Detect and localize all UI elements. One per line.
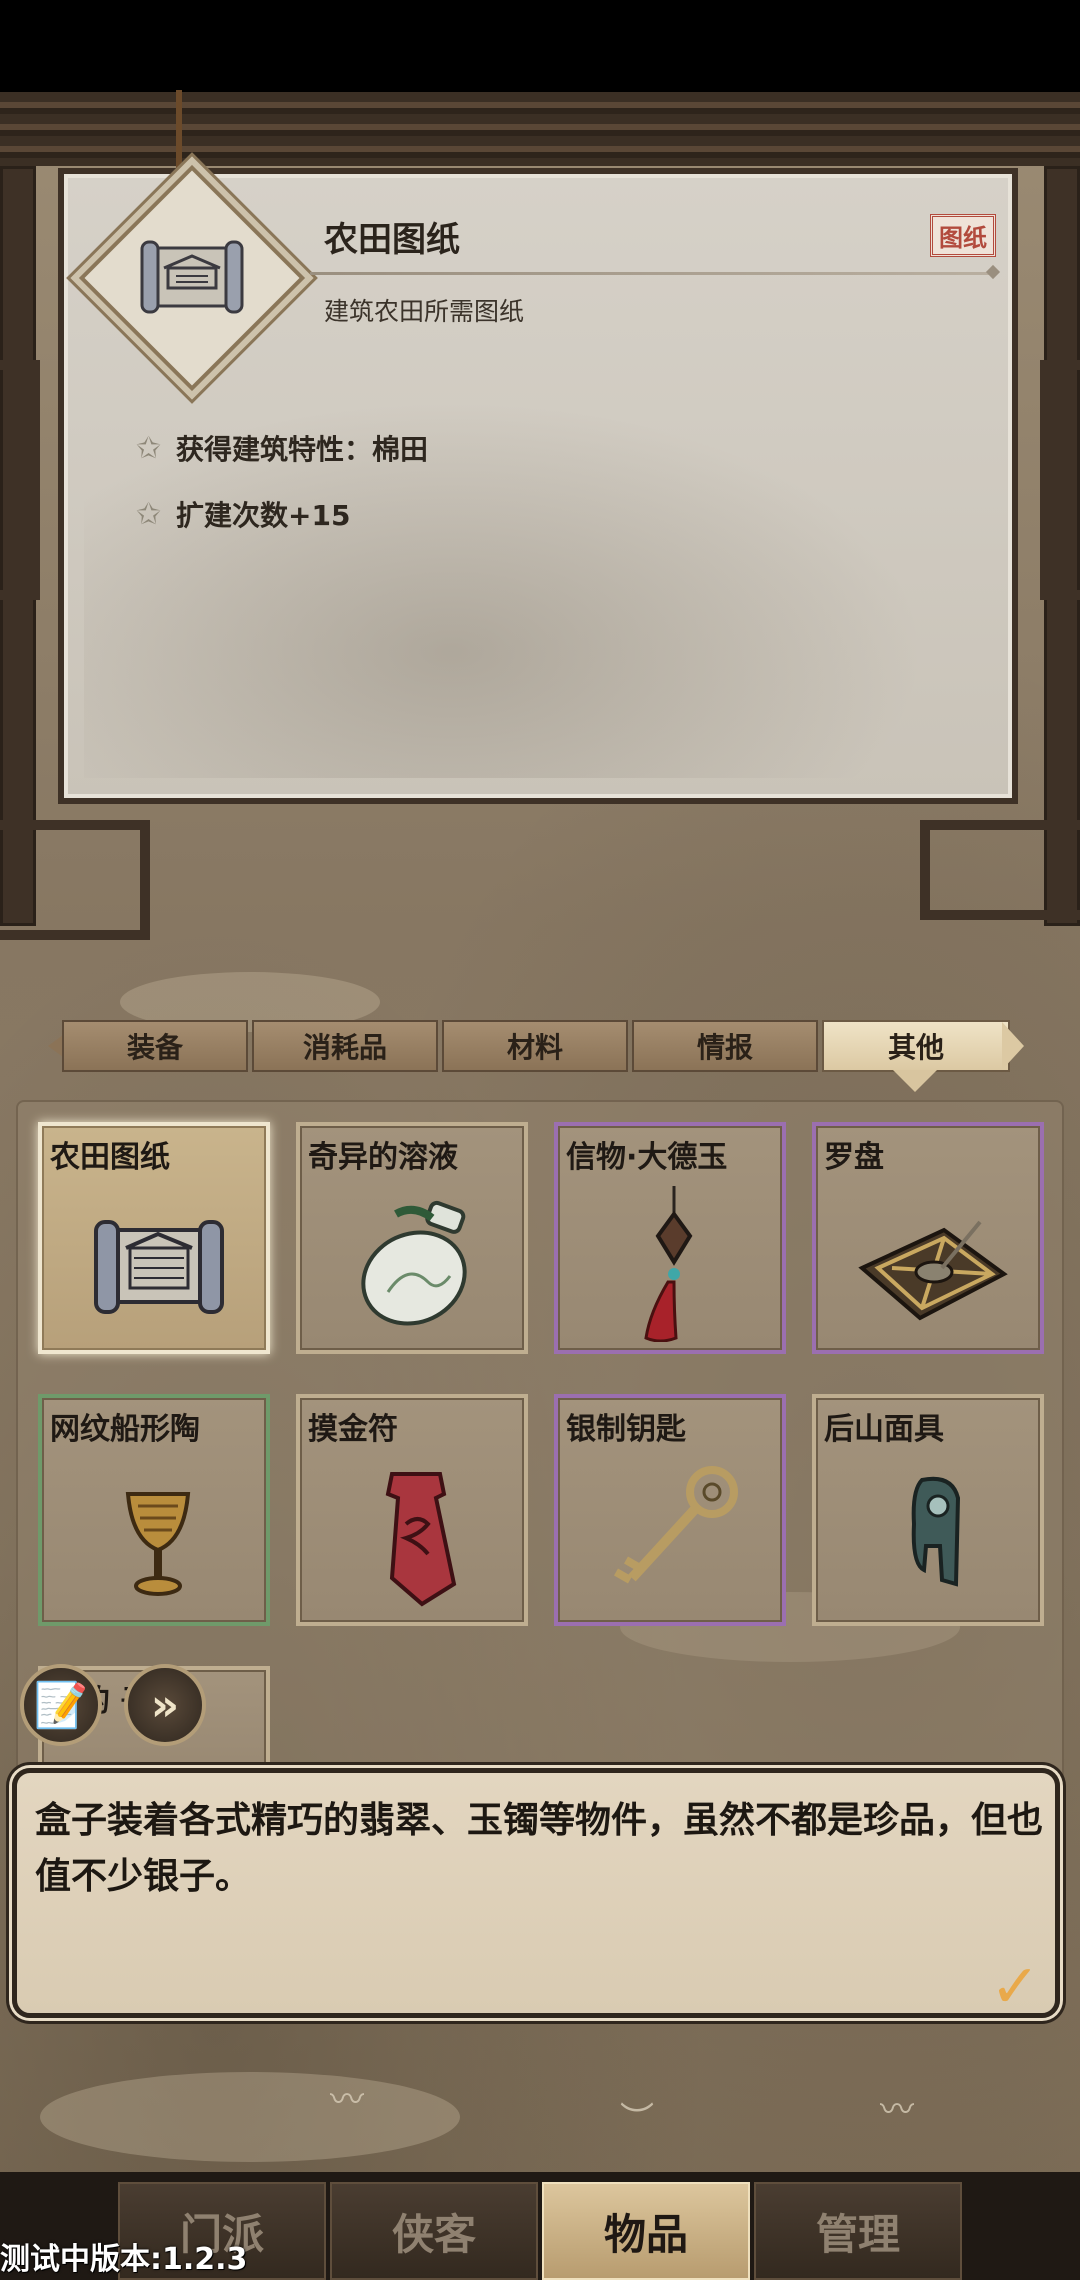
version-label: 测试中版本:1.2.3 — [0, 2242, 248, 2277]
item-slot[interactable]: 银制钥匙 — [554, 1394, 786, 1626]
nav-manage[interactable]: 管理 — [754, 2182, 962, 2280]
item-slot[interactable]: 农田图纸 — [38, 1122, 270, 1354]
item-slot[interactable]: 摸金符 — [296, 1394, 528, 1626]
trait-text: 扩建次数+15 — [176, 499, 351, 532]
nav-heroes[interactable]: 侠客 — [330, 2182, 538, 2280]
item-name: 后山面具 — [824, 1412, 944, 1447]
notes-icon: 📝 — [33, 1680, 89, 1731]
dialog-text: 盒子装着各式精巧的翡翠、玉镯等物件，虽然不都是珍品，但也值不少银子。 — [35, 1800, 1044, 1897]
compass-icon — [858, 1220, 1008, 1321]
pottery-goblet-icon — [125, 1492, 191, 1596]
description-dialog[interactable]: 盒子装着各式精巧的翡翠、玉镯等物件，虽然不都是珍品，但也值不少银子。 — [12, 1768, 1060, 2018]
detail-description: 建筑农田所需图纸 — [324, 297, 525, 326]
trait-row: ✩ 扩建次数+15 — [136, 494, 350, 534]
hanging-rope — [176, 90, 182, 180]
item-slot[interactable]: 网纹船形陶 — [38, 1394, 270, 1626]
mask-icon — [911, 1476, 961, 1587]
nav-items[interactable]: 物品 — [542, 2182, 750, 2280]
left-window-frame — [0, 360, 40, 600]
trait-text: 获得建筑特性：棉田 — [176, 433, 429, 466]
blueprint-scroll-icon — [94, 1220, 224, 1314]
tab-materials[interactable]: 材料 — [442, 1020, 628, 1072]
star-icon: ✩ — [136, 496, 162, 532]
item-name: 网纹船形陶 — [50, 1412, 200, 1447]
item-name: 信物·大德玉 — [566, 1140, 728, 1175]
blueprint-scroll-icon — [140, 240, 244, 314]
item-slot[interactable]: 后山面具 — [812, 1394, 1044, 1626]
tab-intel[interactable]: 情报 — [632, 1020, 818, 1072]
left-lattice — [0, 820, 150, 940]
title-divider — [310, 272, 992, 275]
trait-row: ✩ 获得建筑特性：棉田 — [136, 428, 428, 468]
jade-pendant-icon — [644, 1186, 693, 1342]
roof-eave — [0, 92, 1080, 166]
item-name: 摸金符 — [308, 1412, 398, 1447]
status-bar — [0, 0, 1080, 92]
tab-consumables[interactable]: 消耗品 — [252, 1020, 438, 1072]
tab-equipment[interactable]: 装备 — [62, 1020, 248, 1072]
item-slot[interactable]: 罗盘 — [812, 1122, 1044, 1354]
tab-other[interactable]: 其他 — [822, 1020, 1010, 1072]
item-name: 奇异的溶液 — [308, 1140, 458, 1175]
silver-key-icon — [614, 1466, 738, 1584]
item-slot[interactable]: 信物·大德玉 — [554, 1122, 786, 1354]
category-tabs: 装备 消耗品 材料 情报 其他 — [62, 1020, 1020, 1072]
right-window-frame — [1040, 360, 1080, 600]
detail-item-frame — [78, 164, 306, 392]
star-icon: ✩ — [136, 430, 162, 466]
category-tag: 图纸 — [930, 214, 996, 257]
item-slot[interactable]: 奇异的溶液 — [296, 1122, 528, 1354]
confirm-check-icon[interactable]: ✓ — [990, 1952, 1040, 2022]
detail-title: 农田图纸 — [324, 220, 460, 260]
item-name: 银制钥匙 — [566, 1412, 686, 1447]
item-name: 罗盘 — [824, 1140, 884, 1175]
right-lattice — [920, 820, 1080, 920]
talisman-icon — [385, 1472, 457, 1607]
item-name: 农田图纸 — [50, 1140, 170, 1175]
notes-button[interactable]: 📝 — [20, 1664, 102, 1746]
fast-forward-icon: » — [150, 1679, 180, 1731]
potion-bottle-icon — [361, 1200, 467, 1326]
fast-forward-button[interactable]: » — [124, 1664, 206, 1746]
